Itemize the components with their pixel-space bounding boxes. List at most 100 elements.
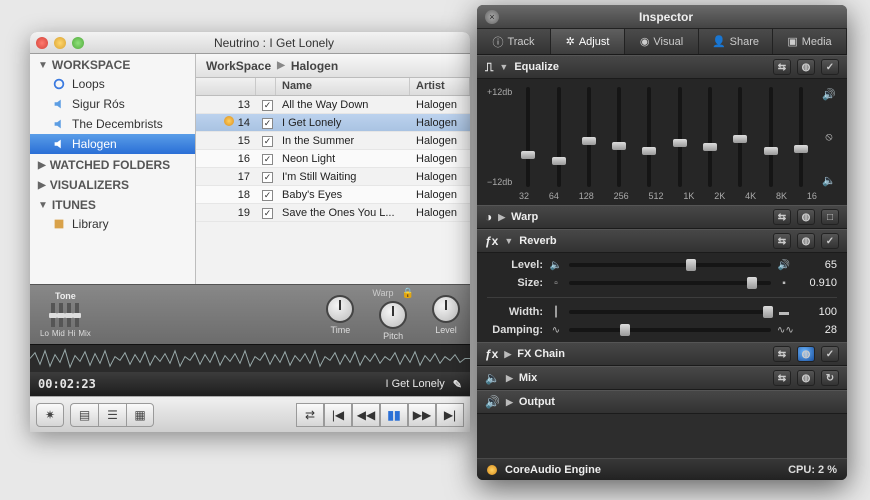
eq-band-128[interactable]: [587, 87, 591, 187]
globe-button[interactable]: ◍: [797, 346, 815, 362]
sidebar-group-itunes[interactable]: ▼ ITUNES: [30, 194, 195, 214]
sidebar-group-visualizers[interactable]: ▶ VISUALIZERS: [30, 174, 195, 194]
breadcrumb-b[interactable]: Halogen: [291, 59, 338, 73]
tab-share[interactable]: 👤Share: [699, 29, 773, 54]
minimize-icon[interactable]: [54, 37, 66, 49]
table-row[interactable]: 13✓All the Way DownHalogen: [196, 96, 470, 114]
table-row[interactable]: 15✓In the SummerHalogen: [196, 132, 470, 150]
edit-icon[interactable]: ✎: [453, 378, 462, 391]
view-mode-3-button[interactable]: ▦: [126, 403, 154, 427]
eq-band-16[interactable]: [799, 87, 803, 187]
track-checkbox[interactable]: ✓: [262, 100, 273, 111]
track-checkbox[interactable]: ✓: [262, 208, 273, 219]
track-checkbox[interactable]: ✓: [262, 172, 273, 183]
zoom-icon[interactable]: [72, 37, 84, 49]
pause-button[interactable]: ▮▮: [380, 403, 408, 427]
sidebar-item-decembrists[interactable]: The Decembrists: [30, 114, 195, 134]
section-mix[interactable]: 🔈 ▶ Mix ⇆ ◍ ↻: [477, 366, 847, 390]
close-icon[interactable]: ×: [485, 10, 499, 24]
column-artist[interactable]: Artist: [410, 78, 470, 95]
volume-up-icon[interactable]: 🔊: [821, 87, 837, 101]
eq-band-32[interactable]: [526, 87, 530, 187]
waveform[interactable]: [30, 344, 470, 372]
reload-button[interactable]: ↻: [821, 370, 839, 386]
tab-visual[interactable]: ◉Visual: [625, 29, 699, 54]
preset-button[interactable]: ⇆: [773, 233, 791, 249]
section-reverb[interactable]: ƒх ▼ Reverb ⇆ ◍ ✓: [477, 229, 847, 253]
sidebar-group-workspace[interactable]: ▼ WORKSPACE: [30, 54, 195, 74]
tone-slider-hi[interactable]: [67, 303, 71, 327]
eq-band-2K[interactable]: [708, 87, 712, 187]
table-row[interactable]: 19✓Save the Ones You L...Halogen: [196, 204, 470, 222]
column-name[interactable]: Name: [276, 78, 410, 95]
globe-button[interactable]: ◍: [797, 59, 815, 75]
reset-icon[interactable]: ⦸: [821, 130, 837, 144]
track-checkbox[interactable]: ✓: [262, 190, 273, 201]
enable-check[interactable]: ✓: [821, 346, 839, 362]
tone-slider-mix[interactable]: [75, 303, 79, 327]
eq-band-8K[interactable]: [769, 87, 773, 187]
eq-freq-label: 64: [549, 191, 559, 201]
tone-sub-mid: Mid: [52, 329, 65, 338]
rewind-button[interactable]: ◀◀: [352, 403, 380, 427]
eq-band-512[interactable]: [647, 87, 651, 187]
globe-button[interactable]: ◍: [797, 233, 815, 249]
view-mode-1-button[interactable]: ▤: [70, 403, 98, 427]
skip-end-button[interactable]: ▶|: [436, 403, 464, 427]
table-row[interactable]: 16✓Neon LightHalogen: [196, 150, 470, 168]
level-slider[interactable]: [569, 263, 771, 267]
breadcrumb-a[interactable]: WorkSpace: [206, 59, 271, 73]
sidebar-item-sigur[interactable]: Sigur Rós: [30, 94, 195, 114]
tone-slider-mid[interactable]: [59, 303, 63, 327]
damping-slider[interactable]: [569, 328, 771, 332]
preset-button[interactable]: ⇆: [773, 209, 791, 225]
globe-button[interactable]: ◍: [797, 209, 815, 225]
table-row[interactable]: 17✓I'm Still WaitingHalogen: [196, 168, 470, 186]
time-knob[interactable]: Time: [326, 295, 354, 335]
tab-track[interactable]: ⓘTrack: [477, 29, 551, 54]
size-slider[interactable]: [569, 281, 771, 285]
eq-band-64[interactable]: [557, 87, 561, 187]
sidebar-item-halogen[interactable]: Halogen: [30, 134, 195, 154]
sidebar-group-watched[interactable]: ▶ WATCHED FOLDERS: [30, 154, 195, 174]
section-equalize[interactable]: ⎍ ▼ Equalize ⇆ ◍ ✓: [477, 55, 847, 79]
equalizer-icon: ⎍: [485, 60, 493, 75]
sidebar-item-library[interactable]: Library: [30, 214, 195, 234]
track-checkbox[interactable]: ✓: [262, 154, 273, 165]
eq-band-1K[interactable]: [678, 87, 682, 187]
lock-icon[interactable]: 🔒: [402, 288, 414, 299]
table-header: Name Artist: [196, 78, 470, 96]
width-slider[interactable]: [569, 310, 771, 314]
level-knob[interactable]: Level: [432, 295, 460, 335]
track-artist: Halogen: [410, 189, 470, 201]
tab-media[interactable]: ▣Media: [773, 29, 847, 54]
tab-adjust[interactable]: ✲Adjust: [551, 29, 625, 54]
skip-start-button[interactable]: |◀: [324, 403, 352, 427]
eq-band-4K[interactable]: [738, 87, 742, 187]
volume-down-icon[interactable]: 🔈: [821, 173, 837, 187]
eq-band-256[interactable]: [617, 87, 621, 187]
track-checkbox[interactable]: ✓: [262, 136, 273, 147]
track-checkbox[interactable]: ✓: [262, 118, 273, 129]
table-row[interactable]: 18✓Baby's EyesHalogen: [196, 186, 470, 204]
tone-slider-lo[interactable]: [51, 303, 55, 327]
pitch-knob[interactable]: [379, 301, 407, 329]
section-warp[interactable]: ◑ ▶ Warp ⇆ ◍ □: [477, 205, 847, 229]
close-icon[interactable]: [36, 37, 48, 49]
table-row[interactable]: 14✓I Get LonelyHalogen: [196, 114, 470, 132]
forward-button[interactable]: ▶▶: [408, 403, 436, 427]
globe-button[interactable]: ◍: [797, 370, 815, 386]
gear-button[interactable]: ✷: [36, 403, 64, 427]
preset-button[interactable]: ⇆: [773, 346, 791, 362]
preset-button[interactable]: ⇆: [773, 59, 791, 75]
enable-check[interactable]: ✓: [821, 233, 839, 249]
section-fxchain[interactable]: ƒх ▶ FX Chain ⇆ ◍ ✓: [477, 342, 847, 366]
enable-check[interactable]: ✓: [821, 59, 839, 75]
enable-box[interactable]: □: [821, 209, 839, 225]
section-output[interactable]: 🔊 ▶ Output: [477, 390, 847, 414]
preset-button[interactable]: ⇆: [773, 370, 791, 386]
sidebar-item-loops[interactable]: Loops: [30, 74, 195, 94]
person-icon: 👤: [712, 35, 726, 48]
view-mode-2-button[interactable]: ☰: [98, 403, 126, 427]
shuffle-button[interactable]: ⇄: [296, 403, 324, 427]
